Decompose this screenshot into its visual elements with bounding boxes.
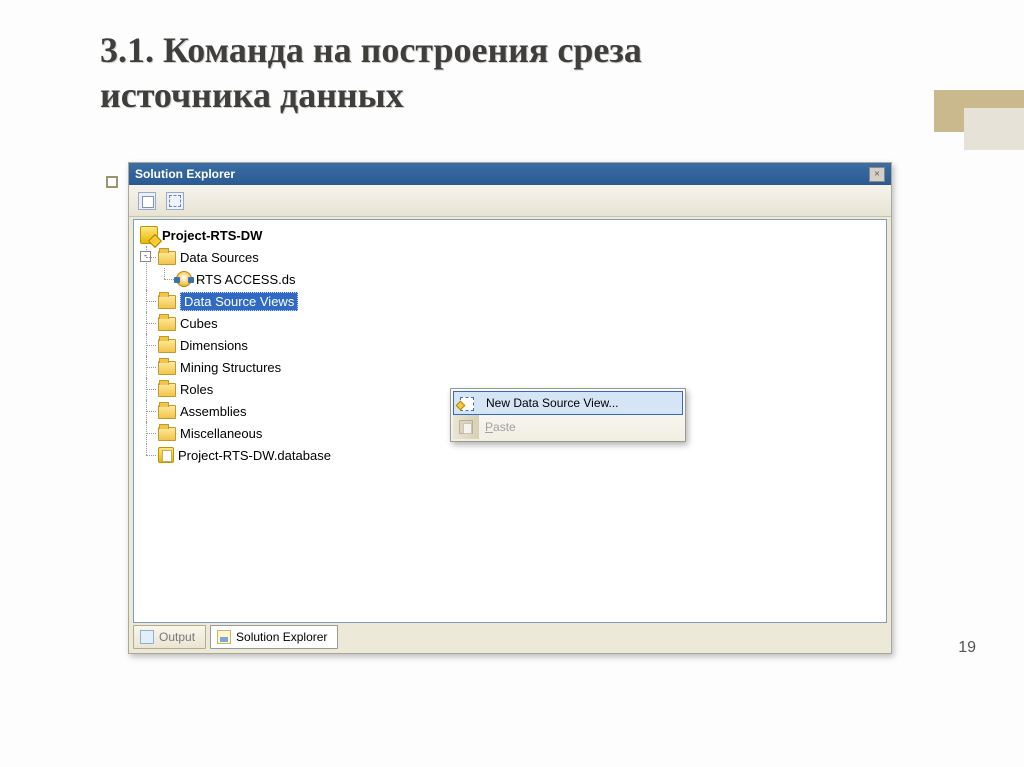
page-number: 19 [958,639,976,657]
tab-output-label: Output [159,630,195,644]
project-label: Project-RTS-DW [162,228,262,243]
misc-label: Miscellaneous [180,426,262,441]
db-file-label: Project-RTS-DW.database [178,448,331,463]
solution-explorer-window: Solution Explorer × Project-RTS-DW - [128,162,892,654]
toolbar [129,185,891,217]
slide-bullet-icon [106,176,118,188]
menu-new-data-source-view[interactable]: New Data Source View... [453,391,683,415]
tree-data-source-views[interactable]: Data Source Views [158,290,882,312]
properties-icon [138,192,156,210]
tree-view[interactable]: Project-RTS-DW - Data Sources [133,219,887,623]
expander-minus-icon[interactable]: - [140,251,151,262]
slide-title-line1: 3.1. Команда на построения среза [100,30,642,70]
folder-icon [158,383,176,397]
assemblies-label: Assemblies [180,404,246,419]
folder-icon [158,251,176,265]
tab-solex-label: Solution Explorer [236,630,327,644]
close-icon[interactable]: × [869,167,885,182]
titlebar[interactable]: Solution Explorer × [129,163,891,185]
output-tab-icon [140,630,154,644]
tree-cubes[interactable]: Cubes [158,312,882,334]
paste-icon [458,419,474,435]
mining-label: Mining Structures [180,360,281,375]
properties-button[interactable] [135,189,159,213]
tree-data-sources[interactable]: Data Sources [158,246,882,268]
menu-paste-label: Paste [485,420,516,434]
context-menu: New Data Source View... Paste [450,388,686,442]
tree-ds-file[interactable]: RTS ACCESS.ds [176,268,882,290]
tree-mining[interactable]: Mining Structures [158,356,882,378]
titlebar-text: Solution Explorer [135,167,235,181]
dimensions-label: Dimensions [180,338,248,353]
menu-new-dsv-label: New Data Source View... [486,396,619,410]
show-all-button[interactable] [163,189,187,213]
show-all-icon [166,192,184,210]
dsv-label: Data Source Views [180,292,298,311]
slide-accent-bar-2 [964,108,1024,150]
tree-dimensions[interactable]: Dimensions [158,334,882,356]
slide-title-line2: источника данных [100,75,404,115]
ds-file-label: RTS ACCESS.ds [196,272,295,287]
slide-title: 3.1. Команда на построения среза источни… [100,28,642,118]
data-source-file-icon [176,271,192,287]
data-sources-label: Data Sources [180,250,259,265]
tab-solution-explorer[interactable]: Solution Explorer [210,625,338,649]
folder-icon [158,361,176,375]
folder-icon [158,405,176,419]
tab-output[interactable]: Output [133,625,206,649]
database-file-icon [158,447,174,463]
tree-project-node[interactable]: Project-RTS-DW [140,224,882,246]
folder-icon [158,317,176,331]
cubes-label: Cubes [180,316,218,331]
folder-icon [158,295,176,309]
solution-explorer-tab-icon [217,630,231,644]
roles-label: Roles [180,382,213,397]
tree-db-file[interactable]: Project-RTS-DW.database [158,444,882,466]
new-dsv-icon [459,396,475,412]
project-icon [140,226,158,244]
bottom-tabs: Output Solution Explorer [133,625,887,649]
folder-icon [158,339,176,353]
menu-paste: Paste [453,415,683,439]
folder-icon [158,427,176,441]
